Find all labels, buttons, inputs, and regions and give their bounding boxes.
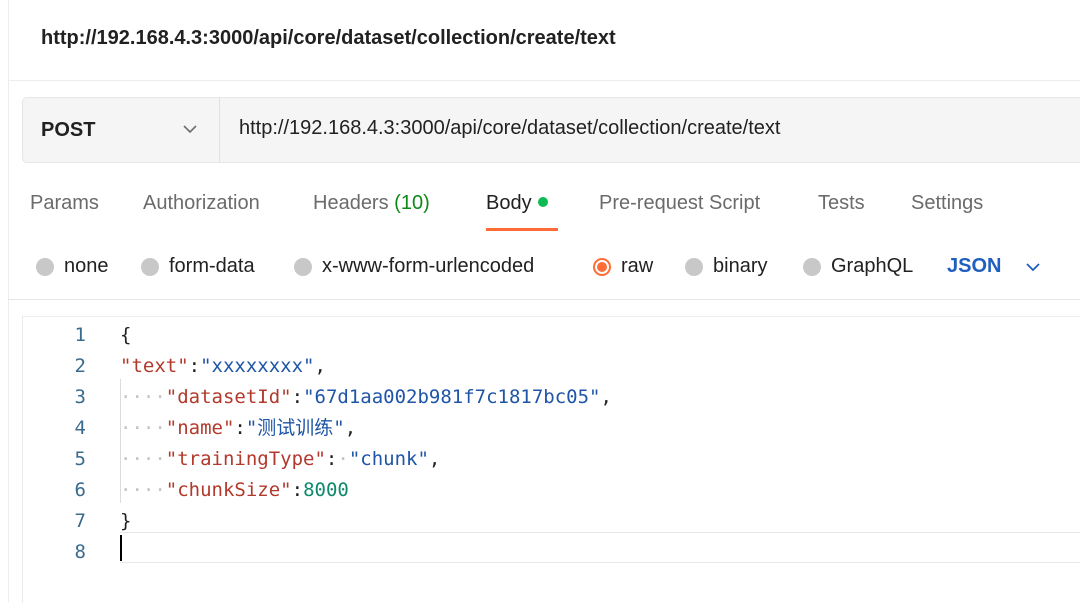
code-line: 6 ····"chunkSize":8000 — [23, 475, 1080, 506]
tab-headers[interactable]: Headers (10) — [313, 192, 430, 215]
json-punctuation: : — [234, 417, 246, 439]
json-punctuation: : — [291, 479, 304, 501]
radio-graphql[interactable]: GraphQL — [803, 255, 913, 278]
request-title[interactable]: http://192.168.4.3:3000/api/core/dataset… — [41, 27, 616, 50]
whitespace-marker: ···· — [120, 479, 166, 501]
code-line: 3 ····"datasetId":"67d1aa002b981f7c1817bc… — [23, 382, 1080, 413]
json-key: "name" — [165, 417, 235, 439]
line-number: 6 — [74, 479, 86, 501]
radio-raw[interactable]: raw — [593, 255, 653, 278]
radio-form-data[interactable]: form-data — [141, 255, 255, 278]
radio-label: x-www-form-urlencoded — [322, 255, 535, 277]
tab-pre-request-script[interactable]: Pre-request Script — [599, 192, 760, 215]
radio-label: form-data — [169, 255, 255, 277]
code-text: ····"chunkSize":8000 — [120, 475, 349, 506]
tab-label: Settings — [911, 192, 984, 214]
body-active-dot — [537, 197, 548, 207]
code-line: 2 "text":"xxxxxxxx", — [23, 351, 1080, 382]
line-number: 4 — [74, 417, 86, 439]
json-string: "67d1aa002b981f7c1817bc05" — [303, 386, 601, 408]
radio-label: none — [64, 255, 109, 277]
line-number: 7 — [74, 510, 86, 532]
tab-authorization[interactable]: Authorization — [143, 192, 260, 215]
tab-label: Tests — [818, 192, 865, 214]
active-tab-underline — [486, 228, 558, 231]
json-string: "xxxxxxxx" — [200, 355, 315, 377]
json-punctuation: } — [120, 510, 132, 532]
json-key: "trainingType" — [165, 448, 326, 470]
code-line: 7} — [23, 506, 1080, 537]
json-number: 8000 — [303, 479, 349, 501]
radio-circle — [141, 257, 159, 276]
tab-tests[interactable]: Tests — [818, 192, 865, 215]
radio-binary[interactable]: binary — [685, 255, 767, 278]
tab-body[interactable]: Body — [486, 192, 548, 215]
whitespace-marker: · — [337, 448, 349, 470]
radio-circle — [294, 257, 312, 276]
tab-label: Pre-request Script — [599, 192, 761, 214]
radio-circle — [803, 257, 821, 276]
json-punctuation: , — [314, 355, 326, 377]
json-key: "text" — [120, 355, 189, 377]
tab-label: Headers — [313, 192, 389, 214]
line-number: 3 — [74, 386, 86, 408]
method-select[interactable]: POST — [23, 98, 220, 162]
json-punctuation: , — [600, 386, 612, 408]
code-editor[interactable]: 1{2 "text":"xxxxxxxx", 3 ····"datasetId":"6… — [22, 316, 1080, 603]
url-bar: POST http://192.168.4.3:3000/api/core/da… — [22, 97, 1080, 163]
tab-params[interactable]: Params — [30, 192, 99, 215]
raw-format-select[interactable]: JSON — [947, 255, 1001, 278]
tab-label: Authorization — [143, 192, 260, 214]
line-number: 8 — [74, 541, 86, 563]
line-number: 5 — [74, 448, 86, 470]
tab-label: Params — [30, 192, 99, 214]
code-line: 8 — [23, 537, 1080, 568]
code-text: ····"name":"测试训练", — [120, 413, 356, 444]
json-string: "chunk" — [348, 448, 429, 470]
radio-label: raw — [621, 255, 654, 277]
code-text: } — [120, 506, 131, 537]
whitespace-marker: ···· — [120, 386, 166, 408]
radio-circle-selected — [593, 257, 611, 276]
radio-label: binary — [713, 255, 768, 277]
code-line: 5 ····"trainingType":·"chunk", — [23, 444, 1080, 475]
url-input[interactable]: http://192.168.4.3:3000/api/core/dataset… — [239, 117, 780, 140]
json-string: "测试训练" — [245, 417, 345, 439]
whitespace-marker: ···· — [120, 448, 166, 470]
json-punctuation: : — [325, 448, 338, 470]
json-key: "datasetId" — [165, 386, 292, 408]
whitespace-marker: ···· — [120, 417, 166, 439]
tab-settings[interactable]: Settings — [911, 192, 983, 215]
radio-circle — [685, 257, 703, 276]
code-text: { — [120, 320, 131, 351]
json-punctuation: { — [120, 324, 132, 346]
radio-x-www-form-urlencoded[interactable]: x-www-form-urlencoded — [294, 255, 534, 278]
code-text: ····"datasetId":"67d1aa002b981f7c1817bc0… — [120, 382, 612, 413]
chevron-down-icon — [183, 125, 197, 134]
chevron-down-icon[interactable] — [1025, 262, 1041, 272]
headers-count: (10) — [394, 192, 430, 214]
code-text: "text":"xxxxxxxx", — [120, 351, 326, 382]
body-type-options: none form-data x-www-form-urlencoded raw… — [0, 248, 1080, 284]
json-punctuation: : — [188, 355, 201, 377]
request-title-bar: http://192.168.4.3:3000/api/core/dataset… — [8, 0, 1080, 81]
json-punctuation: , — [344, 417, 357, 439]
json-punctuation: , — [428, 448, 441, 470]
method-label: POST — [41, 119, 96, 141]
code-line: 1{ — [23, 320, 1080, 351]
section-divider — [8, 299, 1080, 300]
json-key: "chunkSize" — [165, 479, 292, 501]
json-punctuation: : — [291, 386, 304, 408]
code-line: 4 ····"name":"测试训练", — [23, 413, 1080, 444]
line-number: 1 — [74, 324, 86, 346]
code-text: ····"trainingType":·"chunk", — [120, 444, 440, 475]
radio-label: GraphQL — [831, 255, 914, 277]
line-number: 2 — [74, 355, 86, 377]
left-border — [8, 0, 9, 602]
radio-circle — [36, 257, 54, 276]
radio-none[interactable]: none — [36, 255, 109, 278]
tab-label: Body — [486, 192, 532, 214]
